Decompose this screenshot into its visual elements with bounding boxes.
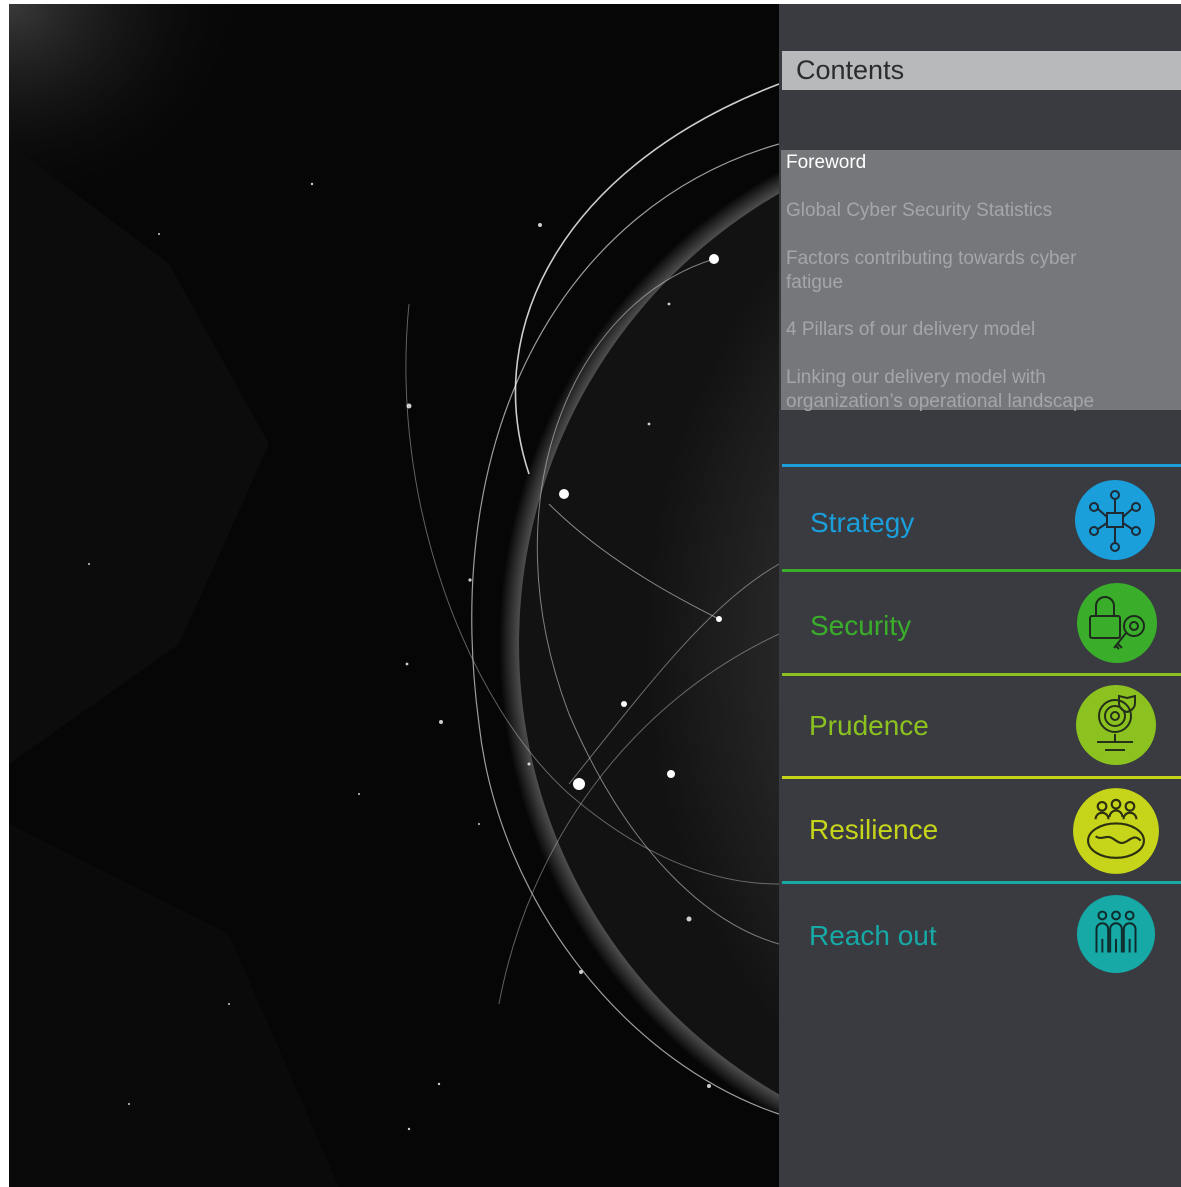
toc-item-4-pillars[interactable]: 4 Pillars of our delivery model <box>786 318 1126 342</box>
pillar-label-security: Security <box>810 610 912 641</box>
pillar-label-reach-out: Reach out <box>809 920 937 951</box>
toc-item-global-cyber-security-statistics[interactable]: Global Cyber Security Statistics <box>786 199 1126 223</box>
contents-panel: Contents Foreword Global Cyber Security … <box>779 4 1181 1187</box>
toc-item-foreword[interactable]: Foreword <box>786 151 1126 175</box>
toc-item-factors-cyber-fatigue[interactable]: Factors contributing towards cyber fatig… <box>786 247 1126 295</box>
earth-hero-image <box>9 4 779 1187</box>
pillar-strategy[interactable]: Strategy <box>782 464 1181 567</box>
pillar-label-strategy: Strategy <box>810 507 915 538</box>
reach-out-people-icon <box>1076 894 1156 974</box>
strategy-network-icon <box>1075 480 1155 560</box>
pillar-security[interactable]: Security <box>782 569 1181 672</box>
pillar-resilience[interactable]: Resilience <box>782 776 1181 879</box>
pillar-label-resilience: Resilience <box>809 814 939 845</box>
resilience-team-globe-icon <box>1073 788 1159 874</box>
prudence-target-icon <box>1076 685 1156 765</box>
earth-illustration <box>9 4 779 1187</box>
toc-item-linking-delivery-model[interactable]: Linking our delivery model with organiza… <box>786 366 1126 414</box>
pillar-prudence[interactable]: Prudence <box>782 673 1181 776</box>
security-lock-key-icon <box>1077 583 1157 663</box>
page: Contents Foreword Global Cyber Security … <box>9 4 1181 1187</box>
table-of-contents: Foreword Global Cyber Security Statistic… <box>781 150 1181 412</box>
contents-title: Contents <box>796 55 905 85</box>
pillar-label-prudence: Prudence <box>809 710 929 741</box>
contents-header: Contents <box>782 51 1181 90</box>
pillar-reach-out[interactable]: Reach out <box>782 881 1181 984</box>
